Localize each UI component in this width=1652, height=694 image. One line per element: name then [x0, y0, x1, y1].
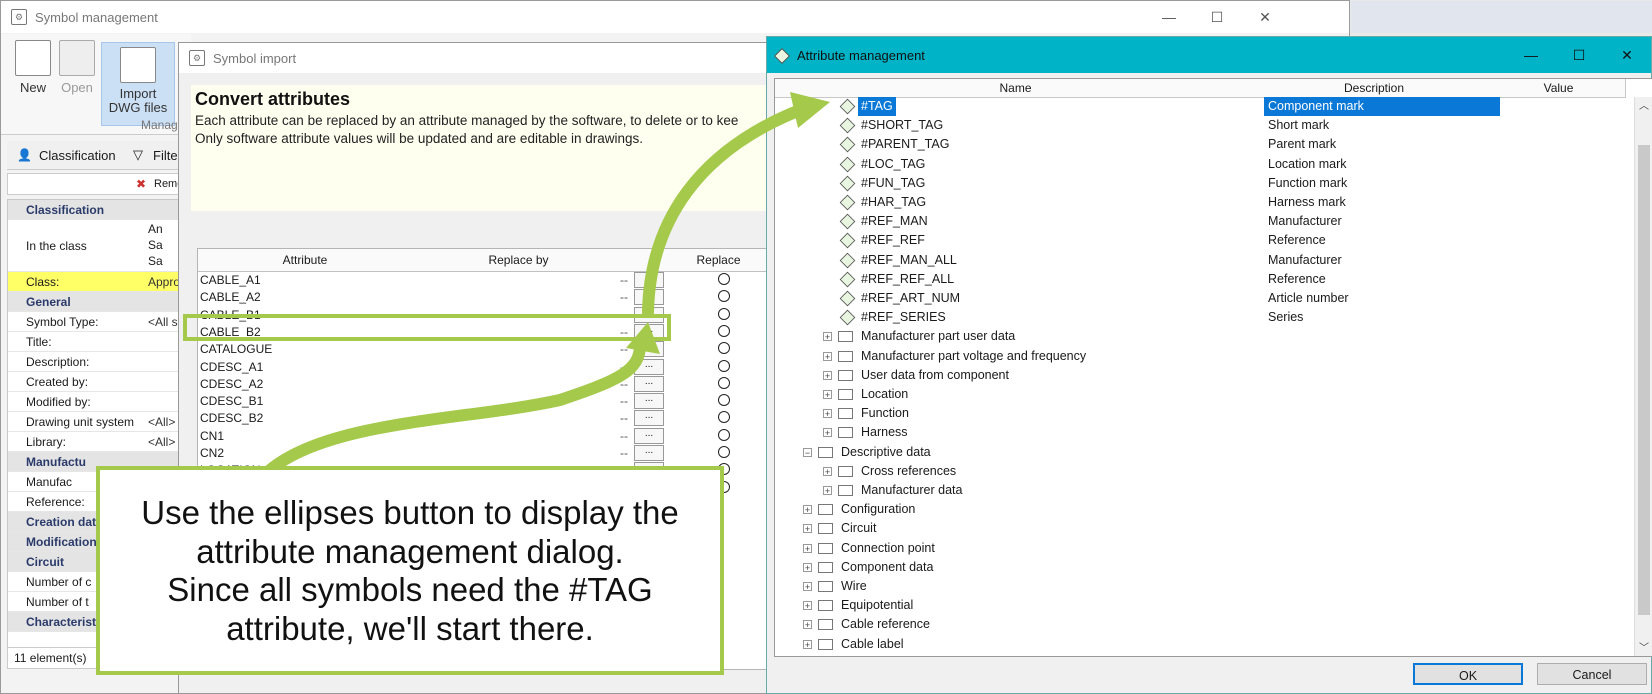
arrow-head-ellipsis: [626, 322, 660, 354]
arrow-to-tag: [642, 104, 806, 318]
callout-line-1: Use the ellipses button to display the: [141, 494, 679, 531]
tutorial-callout: Use the ellipses button to display the a…: [96, 466, 724, 675]
callout-line-2: attribute management dialog.: [196, 532, 624, 570]
callout-line-4: attribute, we'll start there.: [226, 609, 594, 647]
arrow-head-tag: [790, 92, 830, 128]
arrow-to-ellipsis: [264, 339, 646, 476]
callout-line-3: Since all symbols need the #TAG: [167, 571, 653, 608]
callout-text: Use the ellipses button to display the a…: [100, 494, 720, 648]
